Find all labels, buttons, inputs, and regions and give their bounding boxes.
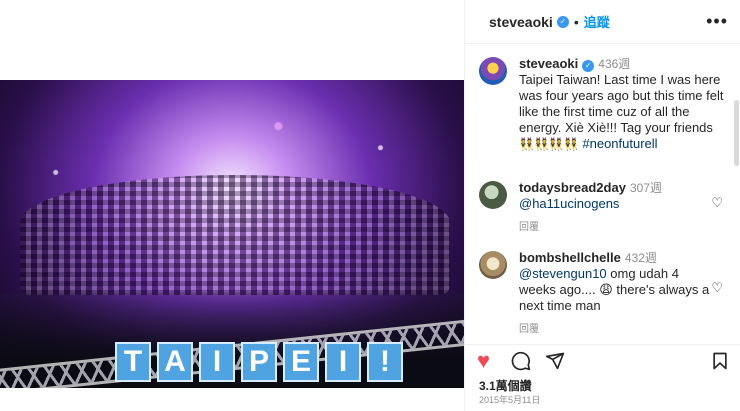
reply-button[interactable]: 回覆 [519,220,713,236]
comments-scroll-area[interactable]: steveaoki ✓ 436週 Taipei Taiwan! Last time … [465,44,740,340]
comment-username[interactable]: bombshellchelle [519,250,621,265]
post-side-panel: steveaoki ✓ • 追蹤 ••• steveaoki ✓ 436週 Taip… [464,0,740,411]
taipei-sign: T A I P E I ! [115,342,403,382]
caption-text: Taipei Taiwan! Last time I was here was … [519,72,724,135]
comment-age: 307週 [629,181,662,195]
avatar[interactable] [479,57,507,85]
comment-like-heart-icon[interactable]: ♡ [711,195,723,211]
more-options-icon[interactable]: ••• [706,11,728,32]
hashtag-link[interactable]: #neonfuturell [582,136,657,151]
post-media: T A I P E I ! [0,0,464,411]
header-username[interactable]: steveaoki [489,14,553,30]
sign-letter: P [241,342,277,382]
caption-username[interactable]: steveaoki [519,56,578,71]
sign-letter: ! [367,342,403,382]
verified-badge-icon: ✓ [582,60,595,72]
sign-letter: I [325,342,361,382]
avatar[interactable] [479,181,507,209]
follow-button[interactable]: 追蹤 [584,12,610,31]
reply-button[interactable]: 回覆 [519,322,713,338]
crowd [20,175,450,295]
post-photo[interactable]: T A I P E I ! [0,80,464,388]
comment-like-heart-icon[interactable]: ♡ [711,280,723,296]
post-actions-bar: ♥ [465,344,740,374]
caption-age: 436週 [598,57,631,71]
caption-emojis: 👯👯👯👯 [519,137,579,151]
sign-letter: I [199,342,235,382]
avatar[interactable] [479,251,507,279]
separator-dot: • [573,13,579,30]
sign-letter: E [283,342,319,382]
comment-bubble-icon[interactable] [511,351,531,375]
paper-plane-icon[interactable] [545,351,565,375]
comment-username[interactable]: todaysbread2day [519,180,626,195]
heart-filled-icon[interactable]: ♥ [477,350,490,372]
post-date: 2015年5月11日 [479,395,541,405]
sign-letter: A [157,342,193,382]
bookmark-icon[interactable] [711,351,729,375]
scrollbar-thumb[interactable] [734,100,739,166]
comment-mention[interactable]: @ha11ucinogens [519,196,619,211]
likes-count[interactable]: 3.1萬個讚 [479,377,532,394]
comment-text-block: bombshellchelle 432週 @stevengun10 omg uda… [519,250,713,338]
post-header: steveaoki ✓ • 追蹤 ••• [465,0,740,44]
comment-item: bombshellchelle 432週 @stevengun10 omg uda… [465,250,740,338]
verified-badge-icon: ✓ [556,15,569,28]
caption-text-block: steveaoki ✓ 436週 Taipei Taiwan! Last time … [519,56,725,152]
comment-mention[interactable]: @stevengun10 [519,266,607,281]
comment-age: 432週 [624,251,657,265]
sign-letter: T [115,342,151,382]
comment-text-block: todaysbread2day 307週 @ha11ucinogens 回覆 [519,180,713,236]
comment-item: todaysbread2day 307週 @ha11ucinogens 回覆 ♡ [465,180,740,236]
post-caption: steveaoki ✓ 436週 Taipei Taiwan! Last time … [465,44,740,152]
